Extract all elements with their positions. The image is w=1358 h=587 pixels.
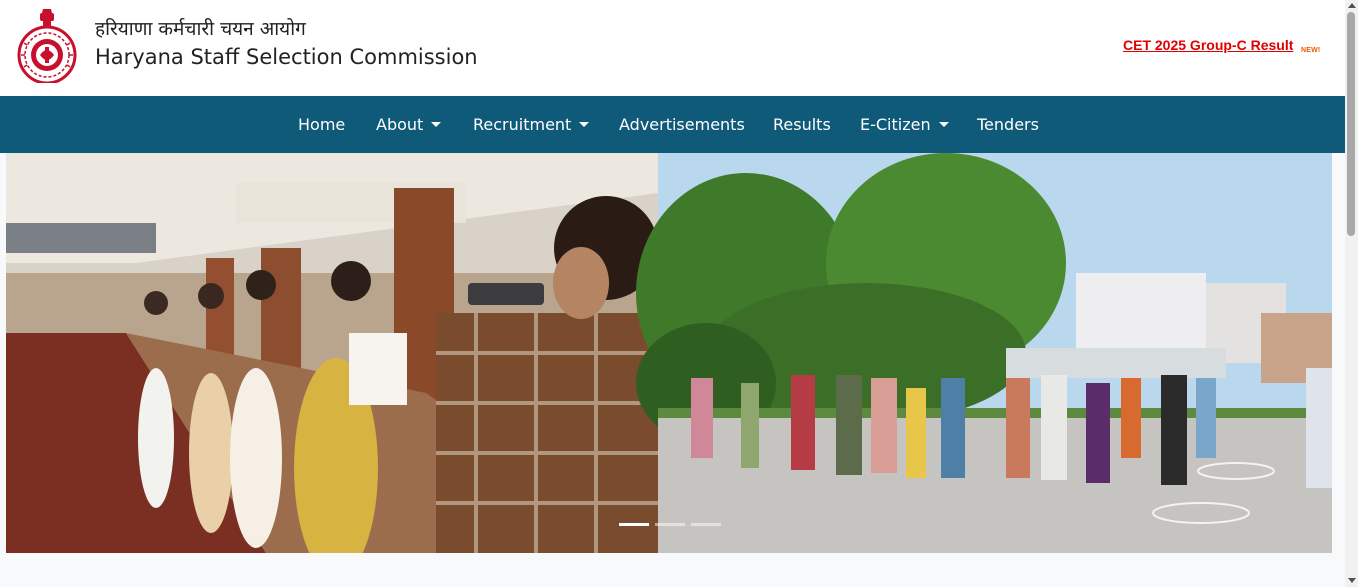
caret-down-icon (579, 122, 590, 127)
candidates-queue-hall-photo (6, 153, 658, 553)
nav-tenders-label: Tenders (977, 115, 1039, 134)
carousel-indicators (619, 523, 729, 527)
caret-down-icon (938, 122, 949, 127)
carousel-indicator-2[interactable] (655, 523, 685, 526)
site-title-english: Haryana Staff Selection Commission (95, 45, 478, 69)
nav-advertisements-label: Advertisements (619, 115, 745, 134)
scroll-up-arrow-icon[interactable] (1348, 3, 1356, 8)
nav-results[interactable]: Results (773, 96, 831, 153)
site-title-hindi: हरियाणा कर्मचारी चयन आयोग (95, 18, 306, 40)
nav-advertisements[interactable]: Advertisements (619, 96, 745, 153)
nav-about[interactable]: About (376, 96, 442, 153)
page: हरियाणा कर्मचारी चयन आयोग Haryana Staff … (0, 0, 1345, 587)
haryana-emblem-icon[interactable] (16, 7, 78, 83)
caret-down-icon (431, 122, 442, 127)
scrollbar-thumb[interactable] (1347, 12, 1355, 236)
nav-recruitment-label: Recruitment (473, 115, 572, 134)
nav-results-label: Results (773, 115, 831, 134)
carousel-indicator-1[interactable] (619, 523, 649, 526)
nav-ecitizen[interactable]: E-Citizen (860, 96, 949, 153)
nav-home[interactable]: Home (298, 96, 345, 153)
nav-home-label: Home (298, 115, 346, 134)
site-header: हरियाणा कर्मचारी चयन आयोग Haryana Staff … (0, 0, 1345, 96)
nav-tenders[interactable]: Tenders (977, 96, 1039, 153)
nav-ecitizen-label: E-Citizen (860, 115, 931, 134)
nav-about-label: About (376, 115, 424, 134)
page-scrollbar[interactable] (1345, 0, 1358, 587)
cet-result-link[interactable]: CET 2025 Group-C Result (1123, 37, 1293, 53)
hero-carousel[interactable] (6, 153, 1332, 553)
scroll-down-arrow-icon[interactable] (1348, 578, 1356, 583)
main-navbar: Home About Recruitment Advertisements Re… (0, 96, 1345, 153)
new-badge: NEW! (1301, 47, 1321, 54)
nav-recruitment[interactable]: Recruitment (473, 96, 590, 153)
carousel-indicator-3[interactable] (691, 523, 721, 526)
candidates-queue-outdoor-photo (636, 153, 1332, 553)
